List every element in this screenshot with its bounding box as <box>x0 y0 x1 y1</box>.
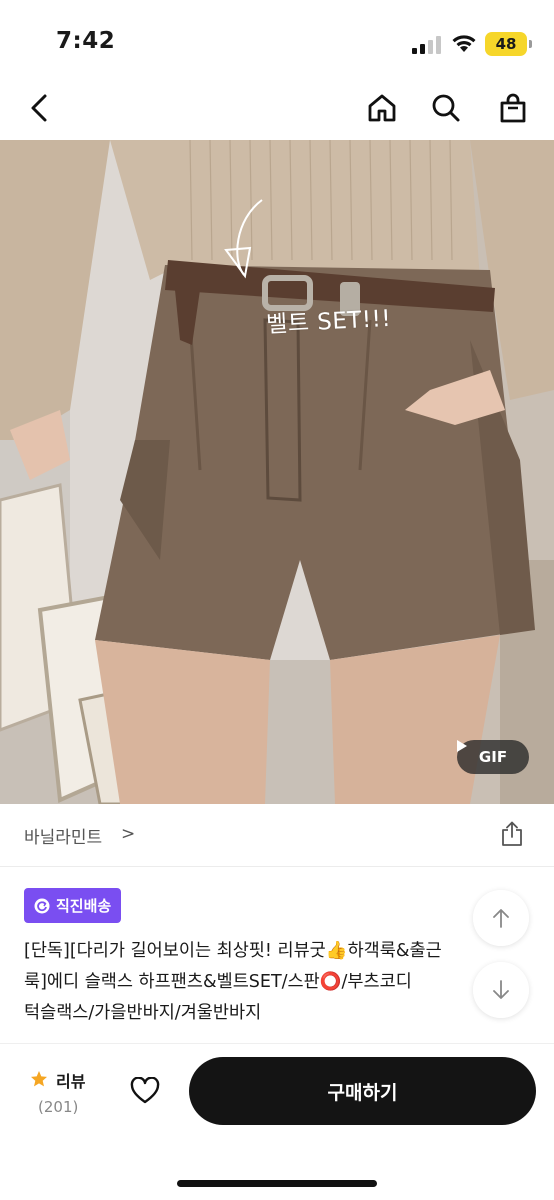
wishlist-button[interactable] <box>128 1074 162 1108</box>
search-button[interactable] <box>426 88 466 128</box>
home-icon <box>368 94 396 122</box>
bottom-action-bar: 리뷰 (201) 구매하기 <box>0 1043 554 1200</box>
chevron-right-icon[interactable]: > <box>121 824 135 844</box>
gif-label: GIF <box>478 748 508 766</box>
battery-indicator: 48 <box>485 32 527 56</box>
product-title-line: 룩]에디 슬랙스 하프팬츠&벨트SET/스판⭕/부츠코디 <box>24 972 412 992</box>
gif-badge[interactable]: GIF <box>457 740 529 774</box>
store-row: 바닐라민트 > <box>0 804 554 866</box>
play-icon <box>457 740 467 752</box>
product-title-line: 턱슬랙스/가을반바지/겨울반바지 <box>24 1003 262 1023</box>
star-icon <box>31 1071 47 1087</box>
status-bar: 7:42 48 <box>0 0 554 86</box>
product-title-line: [단독][다리가 길어보이는 최상핏! 리뷰굿👍하객룩&출근 <box>24 941 442 961</box>
share-icon <box>502 821 522 846</box>
cart-button[interactable] <box>493 88 533 128</box>
product-title: [단독][다리가 길어보이는 최상핏! 리뷰굿👍하객룩&출근 룩]에디 슬랙스 … <box>24 936 494 1029</box>
cellular-signal-icon <box>412 36 441 54</box>
product-photo-illustration <box>0 140 554 804</box>
product-image[interactable]: 벨트 SET!!! GIF <box>0 140 554 804</box>
scroll-up-button[interactable] <box>473 890 529 946</box>
review-label: 리뷰 <box>56 1072 86 1091</box>
navigation-bar <box>0 86 554 140</box>
search-icon <box>432 94 460 122</box>
image-caption: 벨트 SET!!! <box>265 305 392 339</box>
home-button[interactable] <box>362 88 402 128</box>
arrow-up-icon <box>493 909 509 928</box>
shopping-bag-icon <box>500 93 526 123</box>
review-count: (201) <box>38 1098 79 1116</box>
buy-button[interactable]: 구매하기 <box>189 1057 536 1125</box>
heart-icon <box>130 1077 160 1104</box>
battery-cap <box>529 40 532 48</box>
status-time: 7:42 <box>56 28 116 54</box>
return-arrow-icon <box>34 898 50 913</box>
scroll-down-button[interactable] <box>473 962 529 1018</box>
home-indicator <box>177 1180 377 1187</box>
store-name-link[interactable]: 바닐라민트 <box>24 823 102 848</box>
divider <box>0 866 554 867</box>
back-button[interactable] <box>20 88 60 128</box>
arrow-down-icon <box>493 980 509 999</box>
wifi-icon <box>452 35 476 52</box>
back-arrow-icon <box>31 94 47 122</box>
direct-shipping-badge: 직진배송 <box>24 888 122 923</box>
share-button[interactable] <box>496 818 528 850</box>
badge-label: 직진배송 <box>56 897 112 915</box>
